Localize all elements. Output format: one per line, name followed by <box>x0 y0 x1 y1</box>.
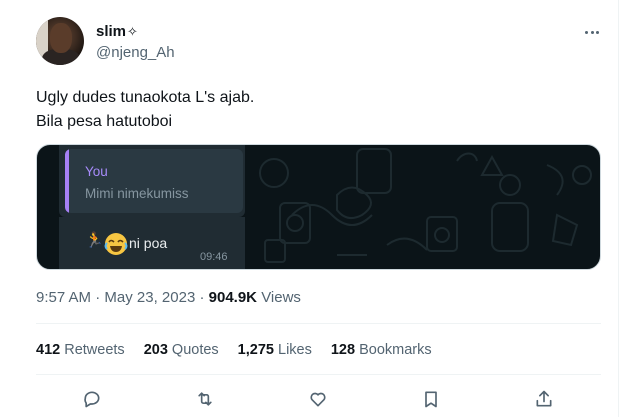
tweet-meta: 9:57 AM · May 23, 2023 · 904.9K Views <box>36 289 301 306</box>
tweet-card: slim✧ @njeng_Ah Ugly dudes tunaokota L's… <box>0 0 631 417</box>
message-time: 09:46 <box>200 251 228 263</box>
share-icon[interactable] <box>531 386 557 412</box>
running-emoji-icon: 🏃 <box>85 232 104 249</box>
like-icon[interactable] <box>305 386 331 412</box>
action-bar <box>0 386 631 414</box>
views-label: Views <box>261 289 301 306</box>
likes-label: Likes <box>278 342 312 358</box>
bookmarks-stat[interactable]: 128 Bookmarks <box>331 342 432 358</box>
divider <box>36 374 601 375</box>
quoted-author: You <box>85 164 108 179</box>
retweets-stat[interactable]: 412 Retweets <box>36 342 125 358</box>
engagement-stats: 412 Retweets 203 Quotes 1,275 Likes 128 … <box>36 342 451 358</box>
tweet-text: Ugly dudes tunaokota L's ajab. Bila pesa… <box>36 86 254 134</box>
likes-stat[interactable]: 1,275 Likes <box>238 342 312 358</box>
sparkle-icon: ✧ <box>127 24 138 39</box>
more-options-icon[interactable] <box>582 22 602 42</box>
quotes-stat[interactable]: 203 Quotes <box>144 342 219 358</box>
likes-count: 1,275 <box>237 342 274 358</box>
quotes-label: Quotes <box>171 342 219 358</box>
retweet-icon[interactable] <box>192 386 218 412</box>
quote-accent-bar <box>65 149 69 213</box>
tweet-text-line: Ugly dudes tunaokota L's ajab. <box>36 89 255 106</box>
divider <box>36 323 601 324</box>
quoted-message <box>65 149 243 213</box>
reply-text: ni poa <box>129 235 168 251</box>
tweet-text-line: Bila pesa hatutoboi <box>36 113 173 130</box>
display-name[interactable]: slim✧ <box>96 23 138 40</box>
tweet-time[interactable]: 9:57 AM <box>36 289 91 306</box>
laughing-emoji-icon <box>104 233 128 255</box>
quoted-text: Mimi nimekumiss <box>85 186 189 201</box>
reply-icon[interactable] <box>79 386 105 412</box>
avatar[interactable] <box>36 17 84 65</box>
quotes-count: 203 <box>143 342 168 358</box>
user-handle[interactable]: @njeng_Ah <box>96 44 175 61</box>
bookmarks-label: Bookmarks <box>359 342 432 358</box>
retweets-count: 412 <box>36 342 61 358</box>
views-count[interactable]: 904.9K <box>209 289 257 306</box>
display-name-text[interactable]: slim <box>96 23 126 40</box>
retweets-label: Retweets <box>64 342 125 358</box>
media-image[interactable]: You Mimi nimekumiss 🏃 ni poa 09:46 <box>36 144 601 270</box>
bookmark-icon[interactable] <box>418 386 444 412</box>
meta-separator: · <box>199 289 205 306</box>
timeline-border <box>618 0 619 417</box>
tweet-date[interactable]: May 23, 2023 <box>104 289 195 306</box>
meta-separator: · <box>95 289 101 306</box>
bookmarks-count: 128 <box>330 342 356 358</box>
